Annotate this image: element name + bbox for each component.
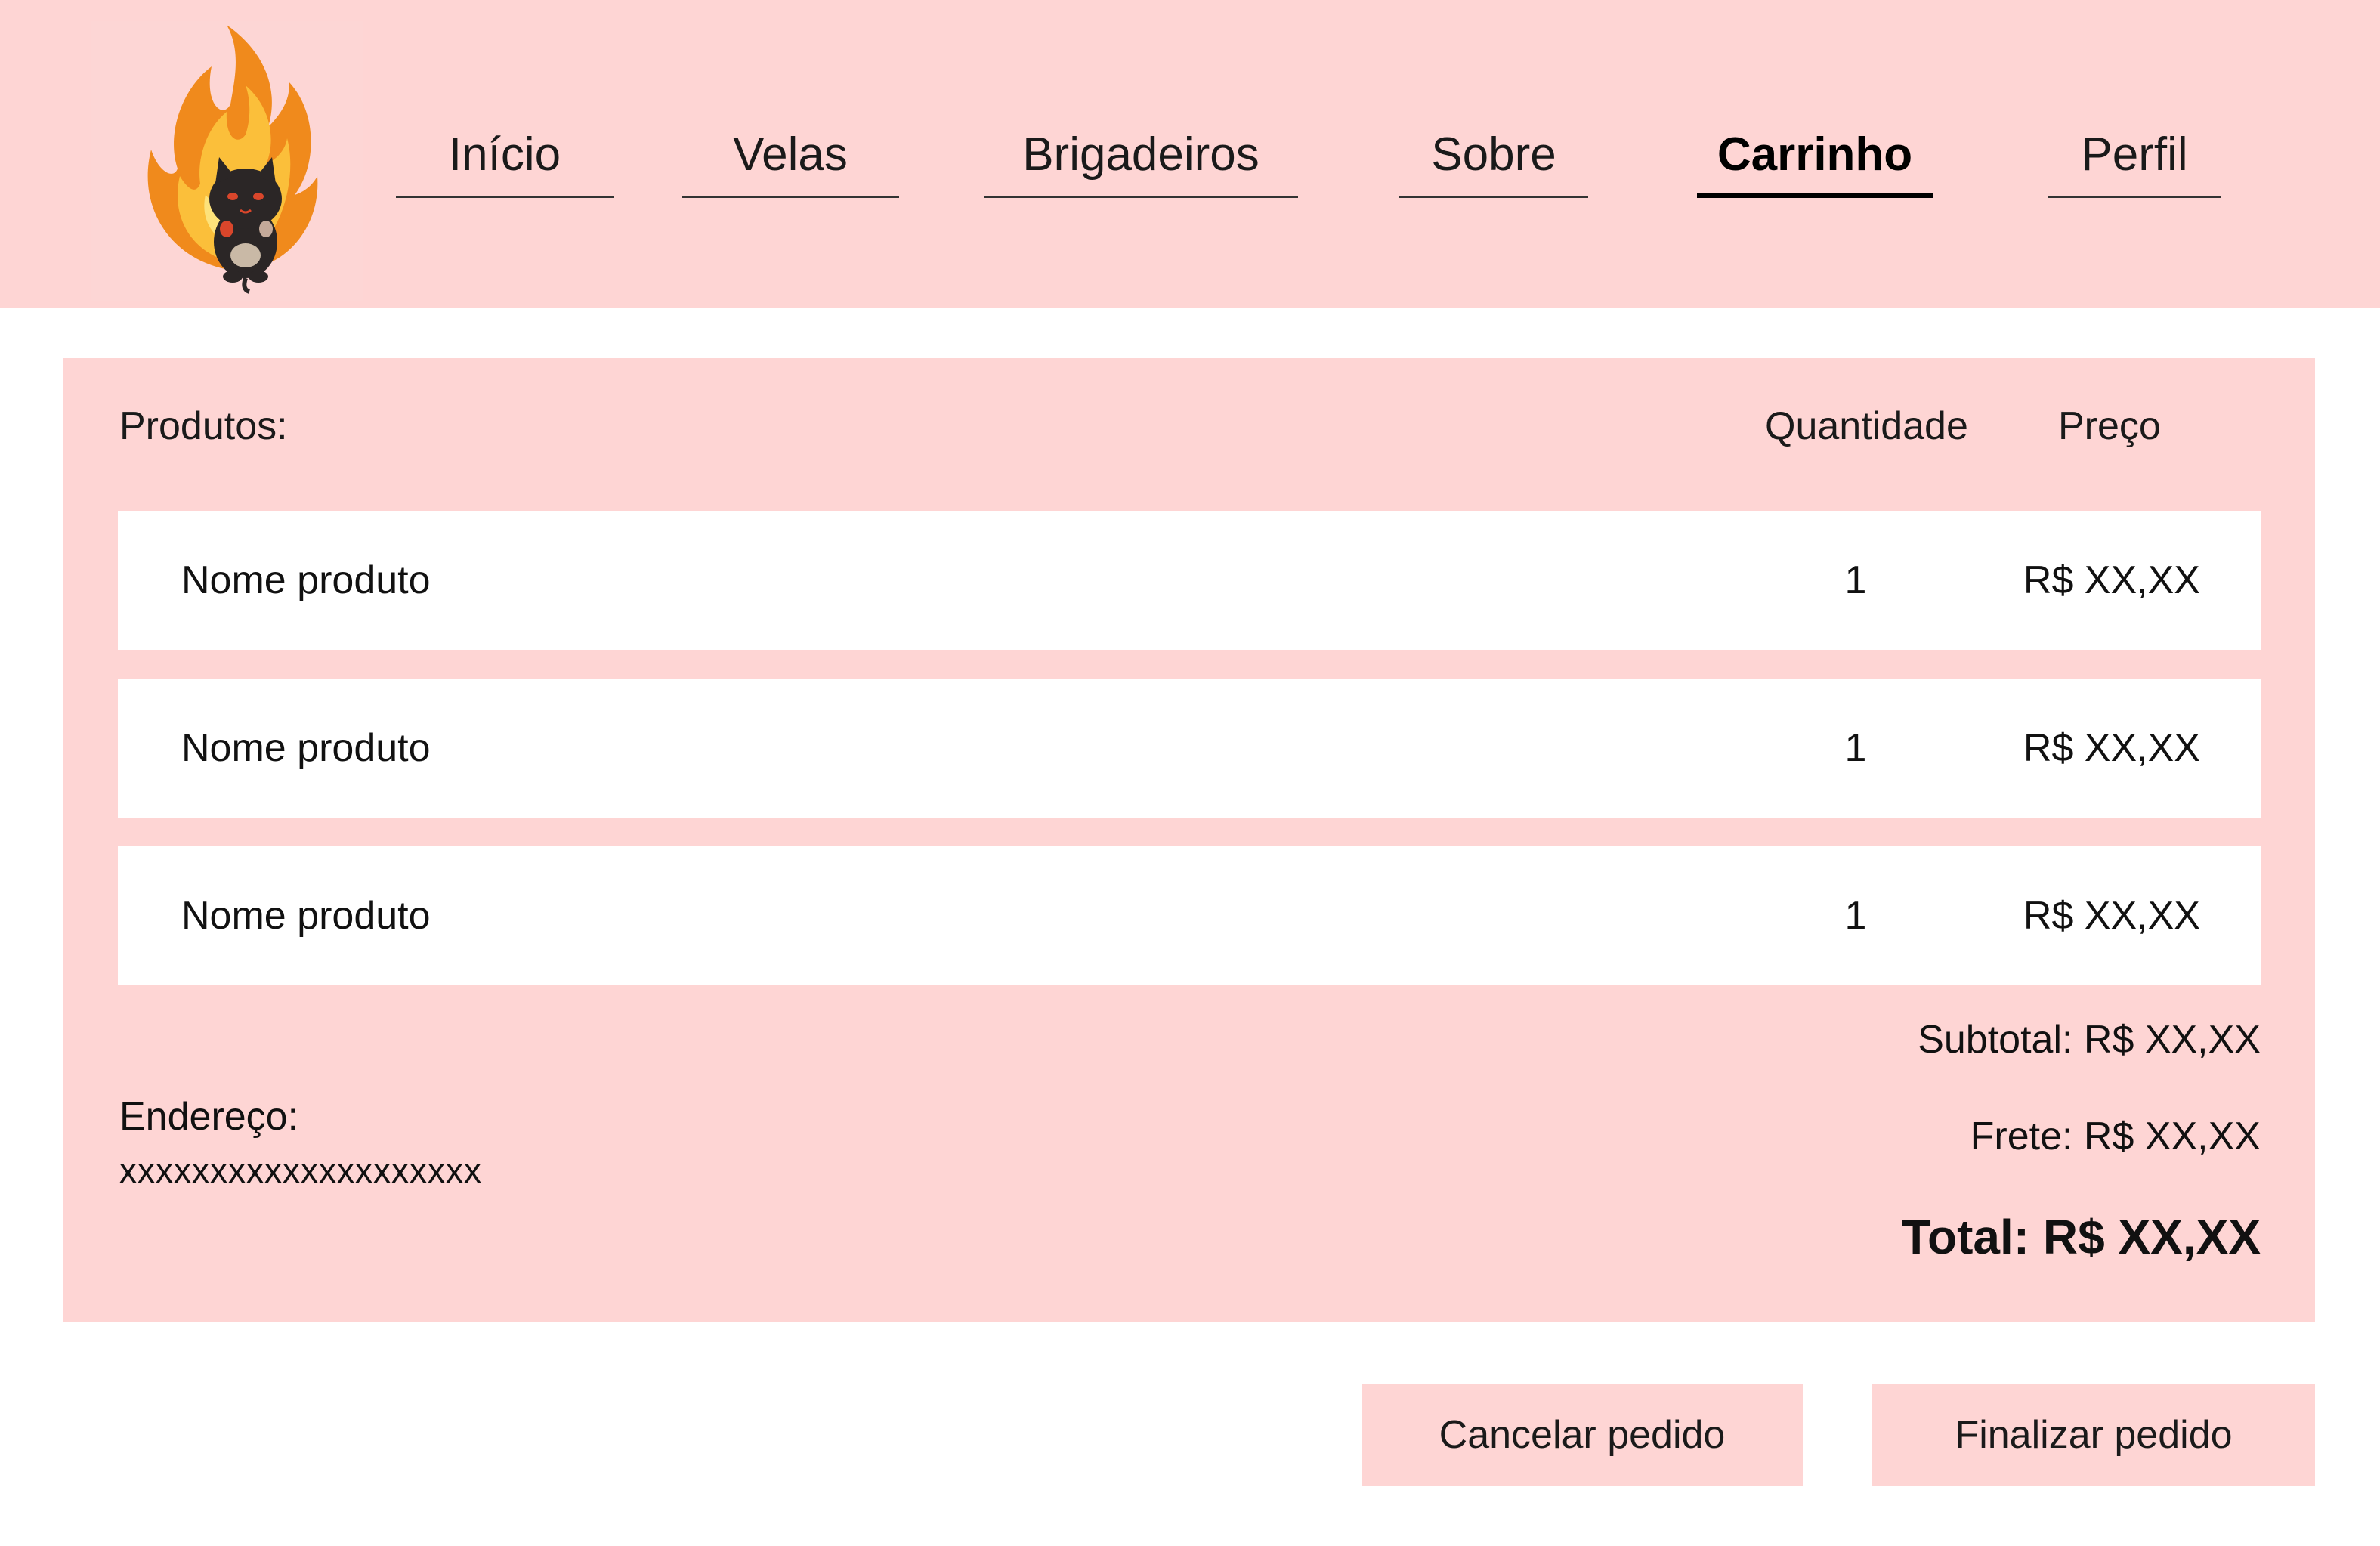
nav-item-inicio[interactable]: Início <box>396 121 614 198</box>
nav-underline <box>984 196 1298 198</box>
order-total: Total: R$ XX,XX <box>1901 1210 2261 1264</box>
cart-item-row[interactable]: Nome produto 1 R$ XX,XX <box>118 846 2261 985</box>
cancel-order-button[interactable]: Cancelar pedido <box>1362 1384 1803 1486</box>
cart-item-row[interactable]: Nome produto 1 R$ XX,XX <box>118 679 2261 818</box>
nav-underline <box>396 196 614 198</box>
product-name: Nome produto <box>181 894 431 938</box>
product-name: Nome produto <box>181 726 431 770</box>
product-price: R$ XX,XX <box>2023 726 2200 770</box>
product-price: R$ XX,XX <box>2023 894 2200 938</box>
address-label: Endereço: <box>119 1095 299 1139</box>
subtotal: Subtotal: R$ XX,XX <box>1918 1018 2261 1062</box>
nav-item-label: Início <box>448 128 561 181</box>
shipping-fee: Frete: R$ XX,XX <box>1970 1115 2261 1158</box>
nav-item-carrinho[interactable]: Carrinho <box>1697 121 1933 198</box>
products-column-header: Produtos: <box>119 404 288 448</box>
nav-item-velas[interactable]: Velas <box>682 121 899 198</box>
product-name: Nome produto <box>181 558 431 602</box>
nav-underline <box>682 196 899 198</box>
nav-item-brigadeiros[interactable]: Brigadeiros <box>984 121 1298 198</box>
product-quantity: 1 <box>1844 726 1867 770</box>
nav-underline <box>1399 196 1588 198</box>
nav-underline <box>2048 196 2221 198</box>
product-quantity: 1 <box>1844 558 1867 602</box>
cart-panel: Produtos: Quantidade Preço Nome produto … <box>63 358 2315 1322</box>
nav-item-label: Sobre <box>1431 128 1556 181</box>
cart-item-row[interactable]: Nome produto 1 R$ XX,XX <box>118 511 2261 650</box>
flame-cat-mascot-icon <box>147 25 318 294</box>
product-price: R$ XX,XX <box>2023 558 2200 602</box>
product-quantity: 1 <box>1844 894 1867 938</box>
nav-item-perfil[interactable]: Perfil <box>2048 121 2221 198</box>
finish-order-button[interactable]: Finalizar pedido <box>1872 1384 2315 1486</box>
price-column-header: Preço <box>2058 404 2161 448</box>
site-header: Início Velas Brigadeiros Sobre Carrinho … <box>0 0 2380 308</box>
nav-item-sobre[interactable]: Sobre <box>1399 121 1588 198</box>
nav-item-label: Brigadeiros <box>1022 128 1260 181</box>
address-value: xxxxxxxxxxxxxxxxxxxx <box>119 1151 482 1190</box>
nav-item-label: Velas <box>733 128 848 181</box>
nav-item-label: Perfil <box>2081 128 2188 181</box>
quantity-column-header: Quantidade <box>1765 404 1968 448</box>
logo[interactable] <box>91 21 363 301</box>
nav-item-label: Carrinho <box>1717 128 1913 181</box>
nav-underline-active <box>1697 193 1933 198</box>
